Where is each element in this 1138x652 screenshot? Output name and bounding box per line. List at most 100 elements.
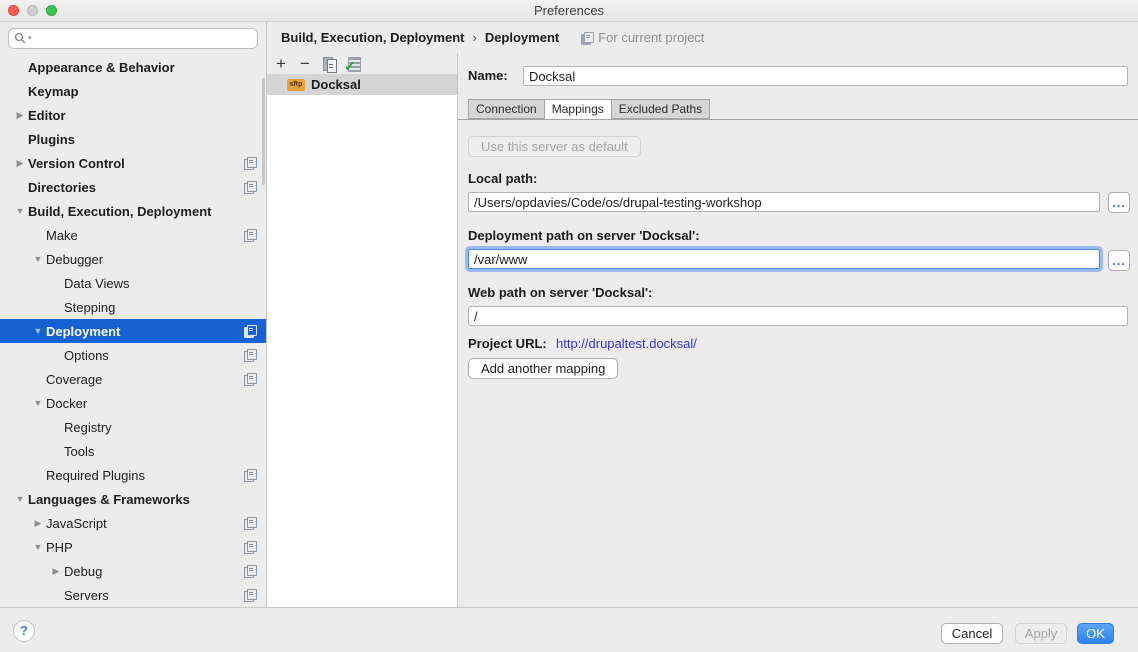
deployment-path-input[interactable]: [468, 249, 1100, 269]
sidebar-item-servers[interactable]: Servers: [0, 583, 266, 607]
sidebar-item-label: Languages & Frameworks: [28, 492, 190, 507]
sidebar-item-label: Tools: [64, 444, 94, 459]
for-current-project-icon: [244, 565, 256, 577]
chevron-right-icon[interactable]: ▶: [30, 518, 46, 529]
sidebar-item-label: Required Plugins: [46, 468, 145, 483]
local-path-label: Local path:: [468, 171, 537, 186]
sidebar-item-docker[interactable]: ▼Docker: [0, 391, 266, 415]
sidebar-item-label: Stepping: [64, 300, 115, 315]
sidebar-item-label: Directories: [28, 180, 96, 195]
sidebar-item-keymap[interactable]: Keymap: [0, 79, 266, 103]
sidebar-item-deployment[interactable]: ▼Deployment: [0, 319, 266, 343]
chevron-right-icon[interactable]: ▶: [12, 158, 28, 169]
chevron-down-icon[interactable]: ▼: [30, 254, 46, 264]
sidebar-item-tools[interactable]: Tools: [0, 439, 266, 463]
search-input[interactable]: [33, 31, 252, 47]
settings-sidebar: ▾ Appearance & BehaviorKeymap▶EditorPlug…: [0, 22, 267, 607]
minimize-window-button: [27, 5, 38, 16]
sidebar-item-appearance-behavior[interactable]: Appearance & Behavior: [0, 55, 266, 79]
sidebar-item-label: Coverage: [46, 372, 102, 387]
project-url-label: Project URL:: [468, 336, 547, 351]
sidebar-item-debugger[interactable]: ▼Debugger: [0, 247, 266, 271]
sidebar-item-javascript[interactable]: ▶JavaScript: [0, 511, 266, 535]
sidebar-item-label: Make: [46, 228, 78, 243]
use-server-as-default-button[interactable]: Use this server as default: [468, 136, 641, 157]
sidebar-item-required-plugins[interactable]: Required Plugins: [0, 463, 266, 487]
web-path-input[interactable]: [468, 306, 1128, 326]
for-current-project-icon: [244, 349, 256, 361]
sidebar-item-plugins[interactable]: Plugins: [0, 127, 266, 151]
sidebar-item-label: Deployment: [46, 324, 120, 339]
chevron-right-icon[interactable]: ▶: [48, 566, 64, 577]
sidebar-item-debug[interactable]: ▶Debug: [0, 559, 266, 583]
deployment-path-label: Deployment path on server 'Docksal':: [468, 228, 700, 243]
deployment-form: Name: ConnectionMappingsExcluded Paths U…: [458, 22, 1138, 607]
ok-button[interactable]: OK: [1077, 623, 1114, 644]
close-window-button[interactable]: [8, 5, 19, 16]
for-current-project-icon: [244, 373, 256, 385]
tab-connection[interactable]: Connection: [468, 99, 545, 119]
remove-server-button[interactable]: −: [297, 56, 313, 72]
chevron-down-icon[interactable]: ▼: [30, 326, 46, 336]
project-url-link[interactable]: http://drupaltest.docksal/: [556, 336, 697, 351]
tab-excluded-paths[interactable]: Excluded Paths: [611, 99, 710, 119]
settings-search[interactable]: ▾: [8, 28, 258, 49]
local-path-browse-button[interactable]: ...: [1108, 192, 1130, 213]
name-input[interactable]: [523, 66, 1128, 86]
preferences-window: Preferences ▾ Appearance & BehaviorKeyma…: [0, 0, 1138, 652]
deployment-path-browse-button[interactable]: ...: [1108, 250, 1130, 271]
sidebar-item-stepping[interactable]: Stepping: [0, 295, 266, 319]
sidebar-item-build-execution-deployment[interactable]: ▼Build, Execution, Deployment: [0, 199, 266, 223]
for-current-project-icon: [244, 157, 256, 169]
apply-button[interactable]: Apply: [1015, 623, 1067, 644]
sidebar-item-languages-frameworks[interactable]: ▼Languages & Frameworks: [0, 487, 266, 511]
bottom-bar: ? Cancel Apply OK: [0, 607, 1138, 652]
breadcrumb-section: Build, Execution, Deployment: [281, 30, 464, 45]
sidebar-item-version-control[interactable]: ▶Version Control: [0, 151, 266, 175]
web-path-label: Web path on server 'Docksal':: [468, 285, 652, 300]
server-item-docksal[interactable]: sftpDocksal: [267, 74, 457, 95]
sidebar-scrollbar-thumb[interactable]: [262, 78, 265, 185]
sidebar-item-options[interactable]: Options: [0, 343, 266, 367]
sidebar-item-label: JavaScript: [46, 516, 107, 531]
server-list-toolbar: +−: [267, 53, 457, 74]
sidebar-item-label: Debug: [64, 564, 102, 579]
sidebar-item-registry[interactable]: Registry: [0, 415, 266, 439]
add-another-mapping-button[interactable]: Add another mapping: [468, 358, 618, 379]
chevron-down-icon[interactable]: ▼: [30, 398, 46, 408]
server-list: sftpDocksal: [267, 74, 457, 607]
use-server-as-default-button[interactable]: [345, 56, 361, 72]
settings-tree: Appearance & BehaviorKeymap▶EditorPlugin…: [0, 55, 266, 607]
sidebar-item-label: Plugins: [28, 132, 75, 147]
traffic-lights: [8, 5, 57, 16]
sidebar-item-coverage[interactable]: Coverage: [0, 367, 266, 391]
chevron-down-icon[interactable]: ▼: [30, 542, 46, 552]
add-server-button[interactable]: +: [273, 56, 289, 72]
search-options-caret-icon[interactable]: ▾: [28, 35, 32, 42]
sidebar-item-label: PHP: [46, 540, 73, 555]
sidebar-item-label: Data Views: [64, 276, 130, 291]
zoom-window-button[interactable]: [46, 5, 57, 16]
sidebar-item-php[interactable]: ▼PHP: [0, 535, 266, 559]
local-path-input[interactable]: [468, 192, 1100, 212]
copy-server-button[interactable]: [321, 56, 337, 72]
titlebar[interactable]: Preferences: [0, 0, 1138, 22]
for-current-project-icon: [244, 181, 256, 193]
chevron-down-icon[interactable]: ▼: [12, 494, 28, 504]
help-button[interactable]: ?: [13, 620, 35, 642]
sidebar-item-editor[interactable]: ▶Editor: [0, 103, 266, 127]
for-current-project-icon: [244, 589, 256, 601]
sidebar-item-label: Servers: [64, 588, 109, 603]
sidebar-item-label: Editor: [28, 108, 66, 123]
sidebar-item-data-views[interactable]: Data Views: [0, 271, 266, 295]
for-current-project-icon: [244, 469, 256, 481]
for-current-project-icon: [244, 541, 256, 553]
sidebar-item-directories[interactable]: Directories: [0, 175, 266, 199]
sidebar-item-make[interactable]: Make: [0, 223, 266, 247]
cancel-button[interactable]: Cancel: [941, 623, 1003, 644]
for-current-project-icon: [244, 517, 256, 529]
chevron-down-icon[interactable]: ▼: [12, 206, 28, 216]
window-title: Preferences: [0, 0, 1138, 21]
tab-mappings[interactable]: Mappings: [544, 99, 612, 120]
chevron-right-icon[interactable]: ▶: [12, 110, 28, 121]
